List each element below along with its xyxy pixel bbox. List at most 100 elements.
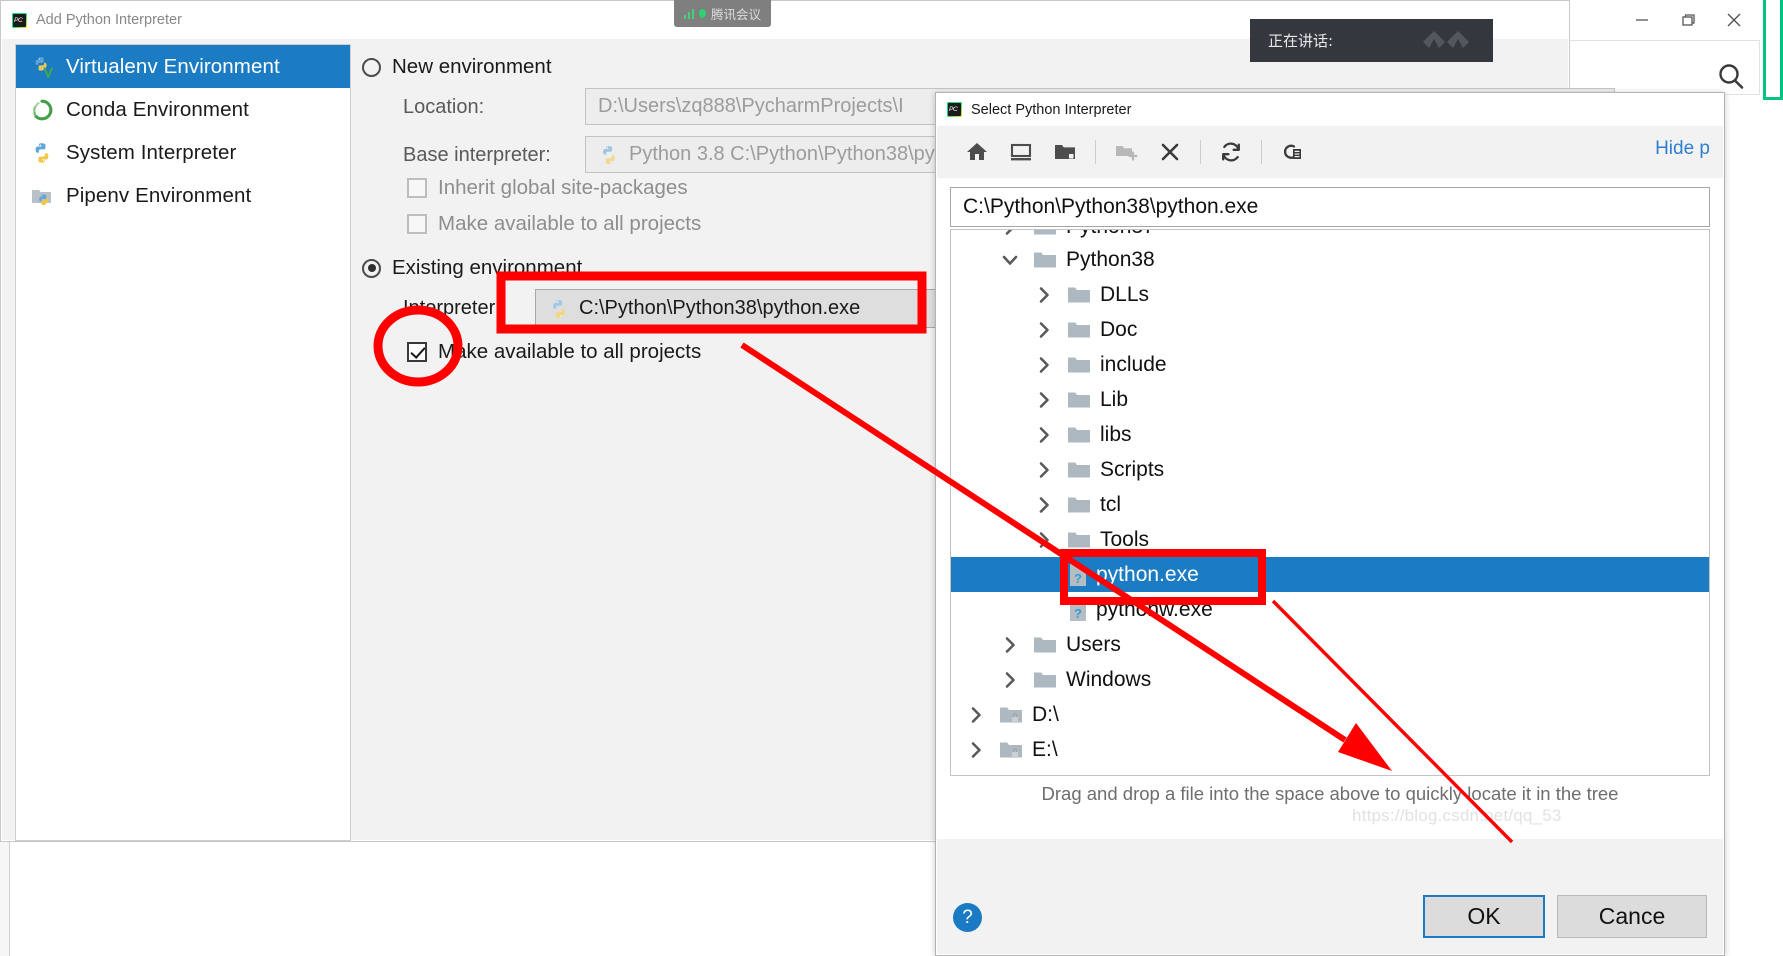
tree-row[interactable]: Scripts bbox=[951, 452, 1709, 487]
inherit-global-site-packages-label: Inherit global site-packages bbox=[438, 176, 688, 199]
chevron-right-icon[interactable] bbox=[1033, 284, 1055, 306]
sidebar-item-conda-environment[interactable]: Conda Environment bbox=[16, 88, 350, 131]
existing-env-make-available-checkbox[interactable]: Make available to all projects bbox=[407, 340, 701, 364]
help-icon[interactable]: ? bbox=[953, 903, 982, 932]
checkbox-checked-icon bbox=[407, 342, 427, 362]
interpreter-path-value: C:\Python\Python38\python.exe bbox=[963, 195, 1259, 218]
new-folder-icon bbox=[1104, 132, 1148, 172]
tree-row[interactable]: E:\ bbox=[951, 732, 1709, 767]
tree-row[interactable]: Tools bbox=[951, 522, 1709, 557]
tree-row-label: Scripts bbox=[1100, 457, 1165, 481]
tree-row[interactable]: Lib bbox=[951, 382, 1709, 417]
tencent-meeting-label: 腾讯会议 bbox=[710, 7, 761, 22]
folder-icon bbox=[1033, 230, 1057, 237]
chevron-right-icon[interactable] bbox=[1033, 459, 1055, 481]
executable-file-icon: ? bbox=[1067, 598, 1089, 622]
checkbox-icon bbox=[407, 214, 427, 234]
chevron-right-icon[interactable] bbox=[1033, 529, 1055, 551]
tree-row[interactable]: libs bbox=[951, 417, 1709, 452]
tree-row-label: DLLs bbox=[1100, 282, 1150, 306]
tree-row-label: Users bbox=[1066, 632, 1121, 656]
tree-row-label: Windows bbox=[1066, 667, 1152, 691]
tree-row[interactable]: Doc bbox=[951, 312, 1709, 347]
existing-environment-radio[interactable]: Existing environment bbox=[362, 256, 582, 280]
tree-row-label: Python38 bbox=[1066, 247, 1155, 271]
sidebar-item-label: Virtualenv Environment bbox=[66, 54, 280, 78]
show-hidden-files-icon[interactable] bbox=[1270, 132, 1314, 172]
chevron-right-icon[interactable] bbox=[965, 739, 987, 761]
location-label: Location: bbox=[403, 96, 485, 118]
radio-circle-selected-icon bbox=[362, 258, 381, 278]
tree-row-label: Lib bbox=[1100, 387, 1129, 411]
refresh-icon[interactable] bbox=[1209, 132, 1253, 172]
inherit-global-site-packages-checkbox[interactable]: Inherit global site-packages bbox=[407, 176, 688, 200]
speaking-label: 正在讲话: bbox=[1268, 32, 1334, 50]
tree-row-label: D:\ bbox=[1032, 702, 1059, 726]
green-app-strip-inner bbox=[1766, 0, 1780, 97]
executable-file-icon: ? bbox=[1067, 563, 1089, 587]
existing-env-make-available-label: Make available to all projects bbox=[438, 340, 702, 363]
folder-icon bbox=[1033, 635, 1057, 655]
python-icon bbox=[30, 141, 54, 165]
chevron-right-icon[interactable] bbox=[965, 704, 987, 726]
checkbox-icon bbox=[407, 178, 427, 198]
project-folder-icon[interactable] bbox=[1043, 132, 1087, 172]
tree-row[interactable]: include bbox=[951, 347, 1709, 382]
close-icon[interactable] bbox=[1711, 0, 1757, 40]
chevron-right-icon[interactable] bbox=[1033, 494, 1055, 516]
tree-row-selected[interactable]: ? python.exe bbox=[951, 557, 1709, 592]
tree-row-label: E:\ bbox=[1032, 737, 1058, 761]
watermark-text: https://blog.csdn.net/qq_53 bbox=[1352, 806, 1562, 825]
tree-row[interactable]: Users bbox=[951, 627, 1709, 662]
desktop-icon[interactable] bbox=[999, 132, 1043, 172]
python-virtualenv-icon bbox=[30, 55, 54, 79]
chevron-right-icon[interactable] bbox=[1033, 319, 1055, 341]
drive-folder-icon bbox=[999, 740, 1023, 760]
chevron-right-icon[interactable] bbox=[1033, 424, 1055, 446]
maximize-restore-icon[interactable] bbox=[1665, 0, 1711, 40]
window-caption-controls[interactable] bbox=[1577, 0, 1757, 40]
minimize-icon[interactable] bbox=[1619, 0, 1665, 40]
tree-row[interactable]: Python37 bbox=[951, 230, 1709, 242]
select-dialog-title: Select Python Interpreter bbox=[971, 101, 1132, 118]
select-dialog-toolbar[interactable] bbox=[937, 126, 1723, 178]
select-dialog-titlebar: Select Python Interpreter bbox=[936, 93, 1724, 126]
tree-row-label: Python37 bbox=[1066, 230, 1155, 239]
select-python-interpreter-dialog: Select Python Interpreter bbox=[935, 92, 1725, 956]
chevron-right-icon[interactable] bbox=[999, 634, 1021, 656]
new-env-make-available-checkbox[interactable]: Make available to all projects bbox=[407, 212, 701, 236]
new-environment-label: New environment bbox=[392, 55, 552, 78]
chevron-right-icon[interactable] bbox=[999, 230, 1021, 238]
sidebar-item-virtualenv-environment[interactable]: Virtualenv Environment bbox=[16, 45, 350, 88]
folder-icon bbox=[1033, 250, 1057, 270]
hide-path-link[interactable]: Hide p bbox=[1655, 138, 1710, 160]
svg-text:?: ? bbox=[1074, 571, 1082, 586]
tencent-meeting-logo-icon bbox=[1421, 28, 1479, 54]
tree-row[interactable]: DLLs bbox=[951, 277, 1709, 312]
delete-x-icon[interactable] bbox=[1148, 132, 1192, 172]
drag-drop-hint: Drag and drop a file into the space abov… bbox=[1041, 783, 1619, 804]
folder-icon bbox=[1067, 285, 1091, 305]
folder-icon bbox=[1067, 355, 1091, 375]
chevron-right-icon[interactable] bbox=[999, 669, 1021, 691]
environment-type-sidebar[interactable]: Virtualenv Environment Conda Environment bbox=[15, 44, 351, 841]
new-environment-radio[interactable]: New environment bbox=[362, 55, 552, 79]
tencent-meeting-badge[interactable]: 腾讯会议 bbox=[674, 0, 771, 27]
file-tree[interactable]: Python37 Python38 DLLs Doc include Lib libs Scr… bbox=[950, 229, 1710, 776]
tree-row[interactable]: tcl bbox=[951, 487, 1709, 522]
chevron-down-icon[interactable] bbox=[999, 249, 1021, 271]
tree-row[interactable]: Windows bbox=[951, 662, 1709, 697]
sidebar-item-pipenv-environment[interactable]: Pipenv Environment bbox=[16, 174, 350, 217]
home-icon[interactable] bbox=[955, 132, 999, 172]
toolbar-separator bbox=[1095, 140, 1096, 164]
tree-row[interactable]: Python38 bbox=[951, 242, 1709, 277]
ok-button[interactable]: OK bbox=[1423, 895, 1545, 938]
sidebar-item-system-interpreter[interactable]: System Interpreter bbox=[16, 131, 350, 174]
interpreter-path-input[interactable]: C:\Python\Python38\python.exe bbox=[950, 187, 1710, 227]
tree-row[interactable]: D:\ bbox=[951, 697, 1709, 732]
folder-icon bbox=[1067, 425, 1091, 445]
cancel-button[interactable]: Cance bbox=[1557, 895, 1707, 938]
chevron-right-icon[interactable] bbox=[1033, 354, 1055, 376]
tree-row[interactable]: ? pythonw.exe bbox=[951, 592, 1709, 627]
chevron-right-icon[interactable] bbox=[1033, 389, 1055, 411]
